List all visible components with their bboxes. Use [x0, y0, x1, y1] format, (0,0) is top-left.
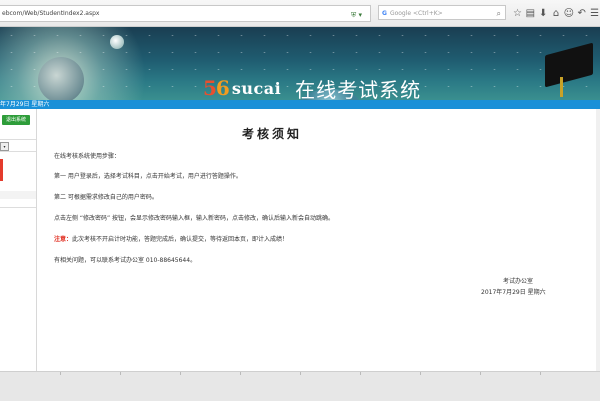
- taskbar: [0, 371, 600, 401]
- taskbar-separator: [540, 372, 541, 375]
- taskbar-separator: [480, 372, 481, 375]
- taskbar-separator: [120, 372, 121, 375]
- bookmark-star-icon[interactable]: ☆: [512, 8, 523, 19]
- sidebar-divider: [0, 151, 36, 152]
- url-text: ebcom/Web/StudentIndex2.aspx: [2, 10, 100, 17]
- taskbar-separator: [180, 372, 181, 375]
- taskbar-separator: [360, 372, 361, 375]
- notice-text: 注意：此次考核不开启计时功能，答题完成后，确认提交，等待返回本页，即计入成绩！: [54, 234, 288, 243]
- notice-label: 注意：: [54, 236, 73, 243]
- step-one-text: 第一 用户登录后，选择考试科目，点击开始考试，用户进行答题操作。: [54, 173, 242, 180]
- planet-image: [110, 35, 124, 49]
- back-history-icon[interactable]: ↶: [576, 8, 587, 19]
- taskbar-separator: [420, 372, 421, 375]
- download-icon[interactable]: ⬇: [538, 8, 549, 19]
- taskbar-separator: [300, 372, 301, 375]
- start-exam-button[interactable]: [0, 159, 3, 181]
- header-banner: 5 6 sucai 在线考试系统: [0, 27, 600, 100]
- signature-date: 2017年7月29日 星期六: [481, 289, 546, 296]
- home-icon[interactable]: ⌂: [551, 8, 562, 19]
- logo-brand: sucai: [231, 78, 282, 98]
- subject-select[interactable]: ▾: [0, 142, 9, 151]
- sidebar: 退出系统 ▾: [0, 109, 37, 371]
- intro-text: 在线考核系统使用步骤：: [54, 153, 121, 160]
- cap-tassel: [560, 77, 563, 97]
- taskbar-separator: [60, 372, 61, 375]
- reading-list-icon[interactable]: ▤: [525, 8, 536, 19]
- taskbar-separator: [240, 372, 241, 375]
- toolbar-icons: ☆ ▤ ⬇ ⌂ ☺ ↶ ☰: [512, 4, 600, 22]
- logo-digit-6: 6: [215, 76, 230, 100]
- system-title: 在线考试系统: [295, 77, 422, 101]
- google-icon: G: [382, 10, 387, 17]
- step-two-text: 第二 可根据需求修改自己的用户密码。: [54, 194, 158, 201]
- contact-text: 有相关问题，可以联系考试办公室 010-88645644。: [54, 257, 197, 264]
- sidebar-divider: [0, 207, 36, 208]
- signature-office: 考试办公室: [503, 278, 534, 285]
- date-bar: 年7月29日 星期六: [0, 100, 600, 109]
- search-placeholder: Google <Ctrl+K>: [389, 10, 443, 17]
- search-input[interactable]: G Google <Ctrl+K> ⌕: [378, 5, 506, 20]
- logout-button[interactable]: 退出系统: [2, 115, 30, 125]
- shield-icon[interactable]: ⛨ ▾: [351, 8, 362, 21]
- site-logo: 5 6 sucai 在线考试系统: [203, 75, 421, 100]
- sidebar-item[interactable]: [0, 191, 36, 199]
- notice-body: 此次考核不开启计时功能，答题完成后，确认提交，等待返回本页，即计入成绩！: [72, 236, 289, 243]
- password-tip-text: 点击左侧 “修改密码” 按钮，会显示修改密码输入框，输入新密码，点击修改，确认后…: [54, 215, 335, 222]
- sync-icon[interactable]: ☺: [563, 8, 574, 19]
- search-icon[interactable]: ⌕: [497, 6, 501, 21]
- current-date: 年7月29日 星期六: [0, 101, 50, 108]
- browser-toolbar: ebcom/Web/StudentIndex2.aspx ⛨ ▾ G Google…: [0, 0, 600, 27]
- sidebar-divider: [0, 139, 36, 140]
- moon-image: [38, 57, 84, 100]
- address-bar[interactable]: ebcom/Web/StudentIndex2.aspx ⛨ ▾: [0, 5, 371, 22]
- page-title: 考核须知: [241, 127, 302, 141]
- vertical-scrollbar[interactable]: [596, 109, 600, 371]
- logo-digit-5: 5: [203, 76, 217, 100]
- main-content: 考核须知 在线考核系统使用步骤： 第一 用户登录后，选择考试科目，点击开始考试，…: [37, 109, 600, 371]
- menu-icon[interactable]: ☰: [589, 8, 600, 19]
